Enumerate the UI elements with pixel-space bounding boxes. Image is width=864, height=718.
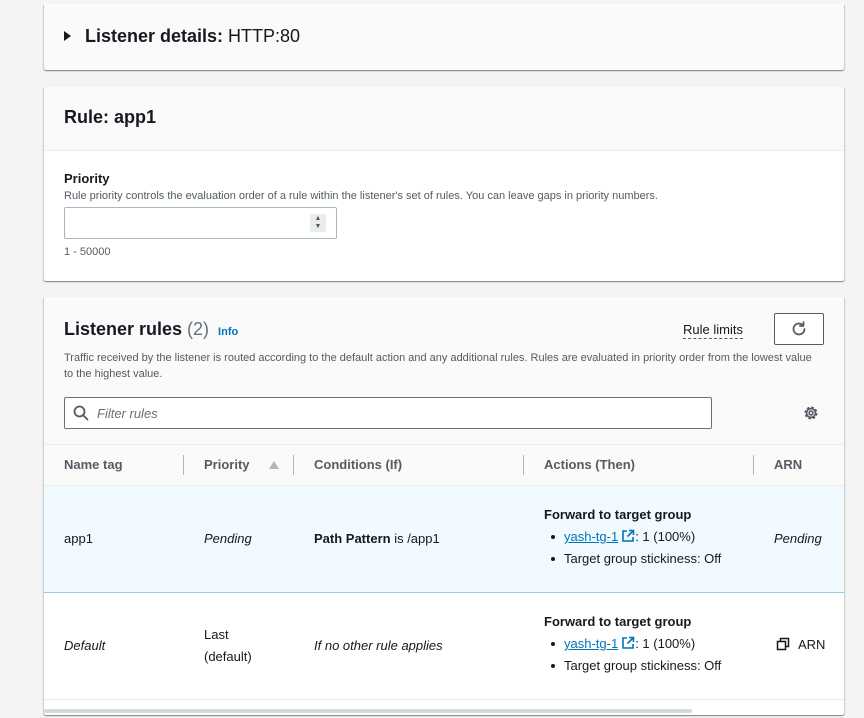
list-item: yash-tg-1 : 1 (100%)	[544, 633, 754, 655]
actions-cell: Forward to target group yash-tg-1 : 1 (10…	[524, 592, 754, 700]
list-item: Target group stickiness: Off	[544, 548, 754, 570]
table-row[interactable]: Default Last (default) If no other rule …	[44, 592, 844, 700]
listener-details-panel: Listener details: HTTP:80	[44, 4, 844, 70]
target-group-link[interactable]: yash-tg-1	[564, 529, 618, 544]
external-link-icon[interactable]	[621, 636, 635, 650]
search-icon	[73, 405, 89, 421]
listener-rules-table: Name tag Priority Conditions (If) Action…	[44, 445, 844, 700]
conditions-cell: Path Pattern is /app1	[294, 484, 524, 593]
info-link[interactable]: Info	[218, 326, 238, 338]
stepper-down-icon[interactable]: ▼	[315, 223, 322, 231]
target-weight: : 1 (100%)	[635, 529, 696, 544]
condition-type: Path Pattern	[314, 531, 391, 546]
refresh-button[interactable]	[774, 313, 824, 345]
horizontal-scrollbar[interactable]	[44, 709, 692, 713]
rule-limits-link[interactable]: Rule limits	[683, 322, 743, 339]
external-link-icon[interactable]	[621, 529, 635, 543]
list-item: yash-tg-1 : 1 (100%)	[544, 526, 754, 548]
conditions-cell: If no other rule applies	[294, 592, 524, 700]
target-weight: : 1 (100%)	[635, 636, 696, 651]
rule-title: Rule: app1	[64, 107, 157, 127]
listener-rules-title: Listener rules	[64, 319, 183, 339]
column-header-arn[interactable]: ARN	[754, 445, 844, 486]
listener-details-expander[interactable]: Listener details: HTTP:80	[44, 4, 844, 68]
column-header-actions[interactable]: Actions (Then)	[524, 445, 754, 486]
action-list: yash-tg-1 : 1 (100%) Target group stickin…	[544, 633, 754, 677]
filter-rules-placeholder: Filter rules	[97, 405, 158, 421]
filter-rules-input[interactable]: Filter rules	[64, 397, 712, 429]
stepper-up-icon[interactable]: ▲	[315, 215, 322, 223]
name-tag-cell: app1	[44, 484, 184, 593]
sort-ascending-icon	[269, 461, 279, 469]
listener-details-value: HTTP:80	[228, 25, 301, 46]
priority-label: Priority	[64, 171, 110, 186]
column-header-priority[interactable]: Priority	[184, 445, 294, 486]
listener-details-label: Listener details:	[85, 25, 224, 46]
actions-cell: Forward to target group yash-tg-1 : 1 (10…	[524, 484, 754, 593]
copy-icon	[776, 638, 790, 651]
action-list: yash-tg-1 : 1 (100%) Target group stickin…	[544, 526, 754, 570]
priority-cell: Pending	[184, 484, 294, 593]
listener-rules-panel: Listener rules (2) Info Rule limits Traf…	[44, 297, 844, 715]
priority-input[interactable]: ▲ ▼	[64, 207, 337, 239]
condition-value: is /app1	[390, 531, 440, 546]
table-header-row: Name tag Priority Conditions (If) Action…	[44, 445, 844, 486]
listener-rules-description: Traffic received by the listener is rout…	[64, 352, 812, 380]
table-row[interactable]: app1 Pending Path Pattern is /app1 Forwa…	[44, 484, 844, 593]
priority-description: Rule priority controls the evaluation or…	[64, 190, 658, 202]
priority-field: Priority Rule priority controls the eval…	[44, 151, 844, 258]
column-header-conditions[interactable]: Conditions (If)	[294, 445, 524, 486]
arn-copy-label: ARN	[798, 636, 826, 652]
rule-panel: Rule: app1 Priority Rule priority contro…	[44, 87, 844, 281]
caret-right-icon	[64, 31, 71, 41]
priority-constraint: 1 - 50000	[64, 246, 111, 258]
rule-panel-header: Rule: app1	[44, 87, 844, 151]
priority-cell: Last (default)	[184, 592, 294, 700]
stickiness-text: Target group stickiness: Off	[564, 551, 722, 566]
listener-rules-count: (2)	[187, 319, 210, 339]
settings-gear-icon[interactable]	[802, 404, 820, 422]
listener-rules-title-row: Listener rules (2) Info	[64, 319, 238, 340]
arn-cell: Pending	[754, 484, 844, 593]
name-tag-cell: Default	[44, 592, 184, 700]
action-title: Forward to target group	[544, 507, 692, 522]
listener-rules-header: Listener rules (2) Info Rule limits Traf…	[44, 297, 844, 445]
refresh-icon	[792, 321, 806, 336]
stepper-icon[interactable]: ▲ ▼	[310, 214, 326, 232]
copy-arn-button[interactable]: ARN	[776, 637, 825, 652]
action-title: Forward to target group	[544, 614, 692, 629]
arn-cell: ARN	[754, 592, 844, 700]
column-header-name-tag[interactable]: Name tag	[44, 445, 184, 486]
target-group-link[interactable]: yash-tg-1	[564, 636, 618, 651]
list-item: Target group stickiness: Off	[544, 655, 754, 677]
stickiness-text: Target group stickiness: Off	[564, 658, 722, 673]
